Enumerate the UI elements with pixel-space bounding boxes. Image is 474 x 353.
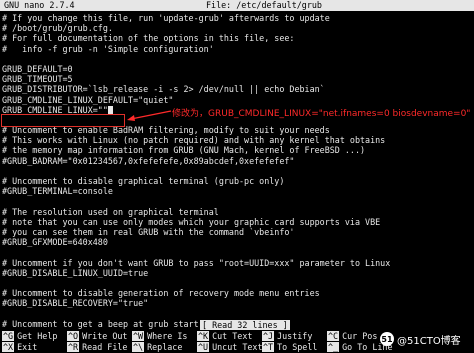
- annotation-text: 修改为，GRUB_CMDLINE_LINUX="net.ifnames=0 bi…: [172, 109, 471, 119]
- editor-line[interactable]: [2, 308, 472, 318]
- shortcut-label: Where Is: [147, 331, 188, 341]
- shortcut-to-spell[interactable]: ^T To Spell: [262, 342, 317, 353]
- editor-line[interactable]: GRUB_DEFAULT=0: [2, 64, 472, 74]
- shortcut-key: ^T: [262, 342, 275, 352]
- watermark-logo-icon: 51: [380, 332, 394, 346]
- shortcut-key: ^\: [132, 342, 145, 352]
- shortcut-label: Uncut Text: [212, 342, 263, 352]
- status-message: [ Read 32 lines ]: [200, 320, 290, 330]
- watermark: 51 @51CTO博客: [380, 328, 472, 350]
- editor-line[interactable]: # info -f grub -n 'Simple configuration': [2, 44, 472, 54]
- shortcut-key: ^G: [2, 331, 15, 341]
- shortcut-key: ^X: [2, 342, 15, 352]
- shortcut-label: Replace: [147, 342, 183, 352]
- editor-line[interactable]: #GRUB_BADRAM="0x01234567,0xfefefefe,0x89…: [2, 156, 472, 166]
- editor-line[interactable]: #GRUB_DISABLE_RECOVERY="true": [2, 298, 472, 308]
- shortcut-key: ^K: [197, 331, 210, 341]
- shortcut-label: Cut Text: [212, 331, 253, 341]
- editor-line[interactable]: # the memory map information from GRUB (…: [2, 145, 472, 155]
- editor-line[interactable]: [2, 196, 472, 206]
- editor-line[interactable]: GRUB_CMDLINE_LINUX_DEFAULT="quiet": [2, 95, 472, 105]
- editor-line[interactable]: # Uncomment to disable generation of rec…: [2, 288, 472, 298]
- editor-line[interactable]: # This works with Linux (no patch requir…: [2, 135, 472, 145]
- editor-line[interactable]: #GRUB_TERMINAL=console: [2, 186, 472, 196]
- shortcut-read-file[interactable]: ^R Read File: [67, 342, 127, 353]
- annotation-arrow-icon: [127, 110, 172, 121]
- shortcut-exit[interactable]: ^X Exit: [2, 342, 37, 353]
- file-name: File: /etc/default/grub: [206, 0, 322, 10]
- shortcut-justify[interactable]: ^J Justify: [262, 331, 312, 342]
- editor-line[interactable]: # If you change this file, run 'update-g…: [2, 13, 472, 23]
- shortcut-key: ^R: [67, 342, 80, 352]
- editor-line[interactable]: [2, 54, 472, 64]
- editor-line[interactable]: GRUB_TIMEOUT=5: [2, 74, 472, 84]
- editor-line[interactable]: # The resolution used on graphical termi…: [2, 207, 472, 217]
- editor-line[interactable]: #GRUB_DISABLE_LINUX_UUID=true: [2, 268, 472, 278]
- shortcut-key: ^J: [262, 331, 275, 341]
- editor-area[interactable]: # If you change this file, run 'update-g…: [2, 13, 472, 329]
- shortcut-label: Write Out: [82, 331, 128, 341]
- editor-line[interactable]: # Uncomment if you don't want GRUB to pa…: [2, 258, 472, 268]
- nano-version: GNU nano 2.7.4: [4, 0, 75, 10]
- editor-line[interactable]: # note that you can use only modes which…: [2, 217, 472, 227]
- shortcut-key: ^C: [327, 331, 340, 341]
- nano-titlebar: GNU nano 2.7.4 File: /etc/default/grub: [0, 0, 474, 11]
- shortcut-cur-pos[interactable]: ^C Cur Pos: [327, 331, 377, 342]
- watermark-text: @51CTO博客: [397, 335, 461, 347]
- shortcut-uncut-text[interactable]: ^U Uncut Text: [197, 342, 263, 353]
- shortcut-label: Read File: [82, 342, 128, 352]
- highlight-box: [1, 114, 125, 127]
- editor-line[interactable]: [2, 166, 472, 176]
- shortcut-get-help[interactable]: ^G Get Help: [2, 331, 57, 342]
- editor-line[interactable]: GRUB_DISTRIBUTOR=`lsb_release -i -s 2> /…: [2, 84, 472, 94]
- shortcut-key: ^_: [327, 342, 340, 352]
- shortcut-cut-text[interactable]: ^K Cut Text: [197, 331, 252, 342]
- shortcut-label: Exit: [17, 342, 38, 352]
- shortcut-label: To Spell: [277, 342, 318, 352]
- editor-line[interactable]: [2, 247, 472, 257]
- shortcut-key: ^W: [132, 331, 145, 341]
- editor-line[interactable]: #GRUB_GFXMODE=640x480: [2, 237, 472, 247]
- editor-line[interactable]: # Uncomment to disable graphical termina…: [2, 176, 472, 186]
- shortcut-key: ^U: [197, 342, 210, 352]
- shortcut-key: ^O: [67, 331, 80, 341]
- shortcut-label: Cur Pos: [342, 331, 378, 341]
- editor-line[interactable]: # /boot/grub/grub.cfg.: [2, 23, 472, 33]
- editor-line[interactable]: # For full documentation of the options …: [2, 33, 472, 43]
- shortcut-write-out[interactable]: ^O Write Out: [67, 331, 127, 342]
- shortcut-replace[interactable]: ^\ Replace: [132, 342, 182, 353]
- shortcut-where-is[interactable]: ^W Where Is: [132, 331, 187, 342]
- editor-line[interactable]: [2, 278, 472, 288]
- shortcut-label: Justify: [277, 331, 313, 341]
- editor-line[interactable]: # you can see them in real GRUB with the…: [2, 227, 472, 237]
- shortcut-label: Get Help: [17, 331, 58, 341]
